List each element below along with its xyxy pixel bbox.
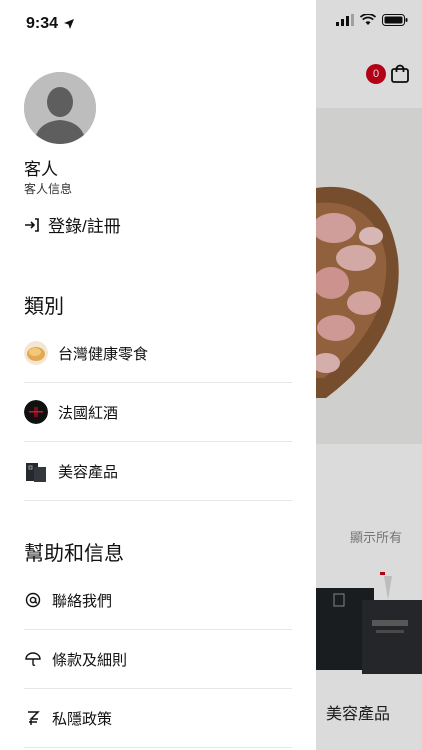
category-item-beauty[interactable]: 美容產品 [24,442,292,501]
product-category-label[interactable]: 美容產品 [326,700,390,724]
side-drawer: 9:34 客人 客人信息 登錄/註冊 類別 台灣健康零食 法國紅酒 美容產品 幫… [0,0,316,750]
guest-info-link[interactable]: 客人信息 [24,180,72,197]
category-label: 台灣健康零食 [58,345,149,363]
shopping-bag-icon[interactable] [390,64,410,84]
login-register-button[interactable]: 登錄/註冊 [24,212,121,237]
battery-icon [382,14,408,26]
privacy-icon [24,709,42,727]
category-item-snacks[interactable]: 台灣健康零食 [24,324,292,383]
avatar[interactable] [24,72,96,144]
cart[interactable]: 0 [366,64,410,84]
help-item-privacy[interactable]: 私隱政策 [24,689,292,748]
hero-banner-image[interactable] [316,108,422,444]
wine-thumb-icon [24,400,48,424]
categories-heading: 類別 [24,296,64,318]
at-icon [24,591,42,609]
guest-name: 客人 [24,160,58,179]
cart-count-badge: 0 [366,64,386,84]
help-info-heading: 幫助和信息 [24,543,124,565]
login-arrow-icon [25,217,39,232]
help-item-label: 條款及細則 [52,651,128,669]
login-register-label: 登錄/註冊 [48,217,121,236]
location-arrow-icon [64,19,75,29]
help-item-label: 聯絡我們 [52,592,113,610]
help-item-label: 私隱政策 [52,710,113,728]
rose-petals-image [316,108,422,444]
status-bar-icons [336,14,408,26]
beauty-product-image[interactable] [316,570,422,680]
user-silhouette-icon [24,72,96,144]
signal-icon [336,14,354,26]
category-label: 法國紅酒 [58,404,119,422]
category-item-wine[interactable]: 法國紅酒 [24,383,292,442]
mask-box-image [316,570,422,680]
category-label: 美容產品 [58,463,119,481]
wifi-icon [360,14,376,25]
status-time: 9:34 [26,15,75,33]
beauty-thumb-icon [24,459,48,483]
help-item-terms[interactable]: 條款及細則 [24,630,292,689]
umbrella-icon [24,650,42,668]
snack-thumb-icon [24,341,48,365]
show-all-link[interactable]: 顯示所有 [350,527,402,546]
clock-text: 9:34 [26,15,59,32]
help-item-contact[interactable]: 聯絡我們 [24,571,292,630]
